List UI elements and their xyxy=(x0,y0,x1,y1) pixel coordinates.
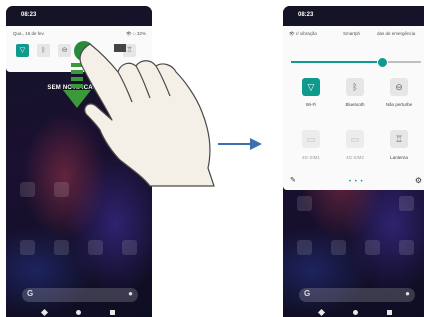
emergency-mode[interactable]: das de emergência xyxy=(377,31,415,36)
tile-label: Bluetooth xyxy=(345,102,365,107)
wifi-icon: ▽ xyxy=(307,82,315,92)
brightness-slider-fill xyxy=(291,61,381,63)
bluetooth-icon: ᛒ xyxy=(352,82,358,92)
vibration-mode[interactable]: 👁 r/ vibração xyxy=(289,31,317,37)
app-icon[interactable] xyxy=(297,196,312,211)
app-icon[interactable] xyxy=(399,240,414,255)
tile-label: Lanterna xyxy=(390,155,408,160)
back-icon[interactable] xyxy=(317,308,326,317)
page-indicator: • • • xyxy=(349,179,364,185)
brightness-slider-knob[interactable] xyxy=(377,57,388,68)
smartphone-mode[interactable]: Smartph xyxy=(343,31,360,36)
dnd-tile[interactable]: ⊖ xyxy=(390,78,408,96)
tile-label: 4G SIM2 xyxy=(346,155,364,160)
quick-settings-panel[interactable]: 👁 r/ vibração Smartph das de emergência … xyxy=(283,26,424,190)
tile-label: Wi-Fi xyxy=(305,102,317,107)
dnd-icon: ⊖ xyxy=(395,82,403,92)
tile-label: Não perturbe xyxy=(385,102,413,107)
app-icon[interactable] xyxy=(399,196,414,211)
status-bar: 08:23 xyxy=(283,6,424,24)
sim-icon: ▭ xyxy=(350,134,360,144)
home-icon[interactable] xyxy=(353,310,358,315)
search-bar[interactable]: G ● xyxy=(299,288,415,302)
app-icon[interactable] xyxy=(331,240,346,255)
hand-icon xyxy=(79,43,215,187)
nav-bar xyxy=(283,308,424,317)
transition-arrow-line xyxy=(218,143,252,145)
edit-icon[interactable]: ✎ xyxy=(290,176,296,184)
sim1-tile[interactable]: ▭ xyxy=(302,130,320,148)
bluetooth-tile[interactable]: ᛒ xyxy=(346,78,364,96)
app-icon[interactable] xyxy=(365,240,380,255)
sim2-tile[interactable]: ▭ xyxy=(346,130,364,148)
google-icon: G xyxy=(304,289,311,298)
flashlight-tile[interactable]: ♖ xyxy=(390,130,408,148)
transition-arrow-head xyxy=(250,138,262,150)
app-icon[interactable] xyxy=(297,240,312,255)
recents-icon[interactable] xyxy=(387,310,392,315)
tile-label: 4G SIM1 xyxy=(302,155,320,160)
mic-icon[interactable]: ● xyxy=(405,289,410,298)
gear-icon[interactable]: ⚙ xyxy=(415,176,422,185)
flashlight-icon: ♖ xyxy=(394,134,404,144)
clock: 08:23 xyxy=(298,12,314,18)
sim-icon: ▭ xyxy=(306,134,316,144)
wifi-tile[interactable]: ▽ xyxy=(302,78,320,96)
phone-right: 08:23 👁 r/ vibração Smartph das de emerg… xyxy=(283,6,424,317)
